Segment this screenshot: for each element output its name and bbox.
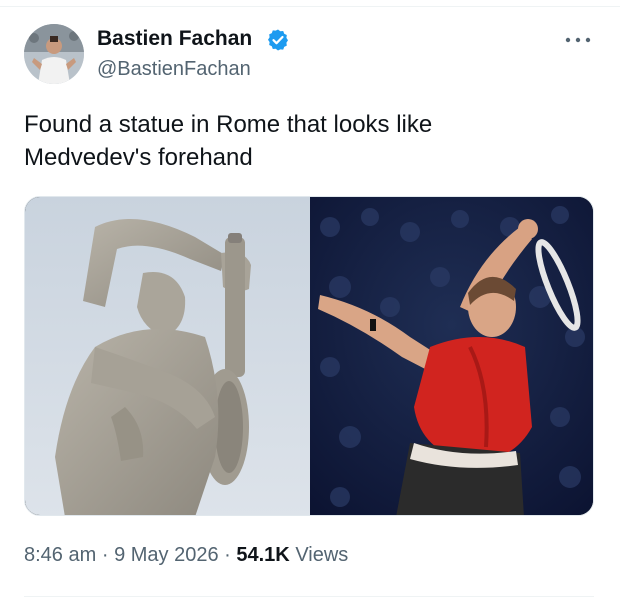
tweet-time[interactable]: 8:46 am bbox=[24, 544, 96, 566]
views-label[interactable]: Views bbox=[295, 544, 348, 566]
top-divider bbox=[0, 6, 620, 7]
tweet-text: Found a statue in Rome that looks like M… bbox=[24, 108, 584, 174]
avatar[interactable] bbox=[24, 24, 84, 84]
more-horizontal-icon[interactable] bbox=[562, 30, 594, 50]
medvedev-photo[interactable] bbox=[310, 197, 593, 515]
tweet-card: Bastien Fachan @BastienFachan Found a st… bbox=[0, 0, 620, 600]
meta-separator: · bbox=[224, 544, 231, 566]
avatar-image bbox=[24, 24, 84, 84]
tweet-text-line-2: Medvedev's forehand bbox=[24, 144, 253, 171]
tweet-text-line-1: Found a statue in Rome that looks like bbox=[24, 111, 433, 138]
views-count[interactable]: 54.1K bbox=[236, 544, 289, 566]
bottom-divider bbox=[24, 596, 594, 597]
tweet-date[interactable]: 9 May 2026 bbox=[114, 544, 219, 566]
handle[interactable]: @BastienFachan bbox=[97, 56, 251, 82]
statue-photo[interactable] bbox=[25, 197, 310, 515]
media-grid bbox=[24, 196, 594, 516]
meta-separator: · bbox=[101, 544, 109, 566]
display-name[interactable]: Bastien Fachan bbox=[97, 26, 252, 52]
tweet-meta: 8:46 am · 9 May 2026 · 54.1K Views bbox=[24, 541, 348, 569]
verified-badge-icon bbox=[268, 29, 288, 51]
